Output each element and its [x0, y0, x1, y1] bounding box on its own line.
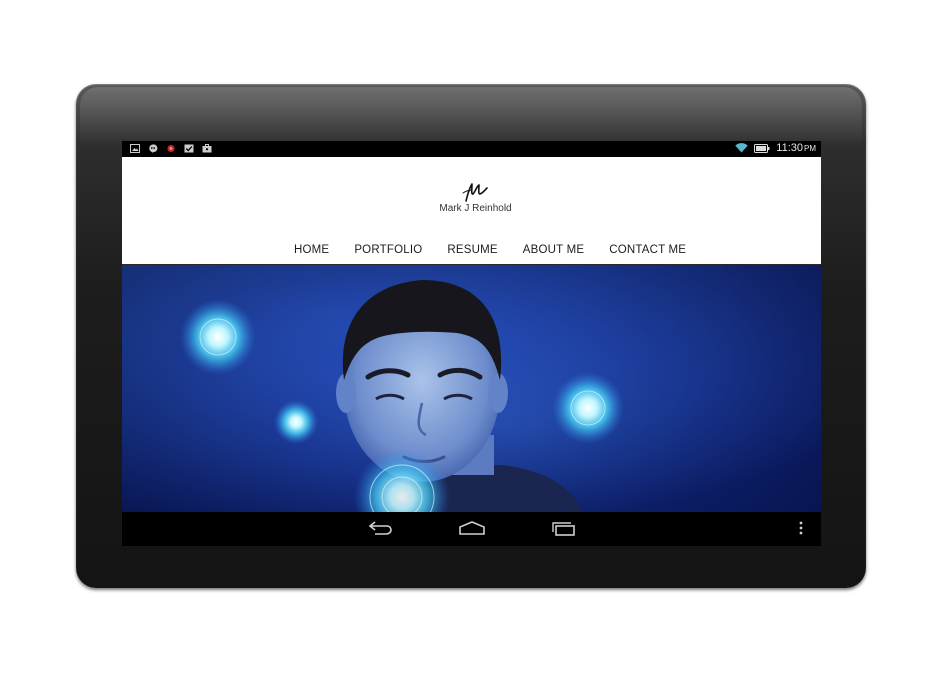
android-navigation-bar [122, 512, 821, 546]
hero-banner [122, 265, 821, 512]
nav-about-me[interactable]: ABOUT ME [523, 244, 584, 256]
briefcase-icon [202, 144, 212, 153]
website: Mark J Reinhold HOME PORTFOLIO RESUME AB… [122, 157, 821, 512]
system-status: 11:30PM [735, 142, 816, 154]
site-name: Mark J Reinhold [439, 203, 512, 214]
hero-portrait-image [122, 265, 821, 512]
hangouts-icon [149, 144, 158, 153]
wifi-icon [735, 143, 748, 153]
home-icon[interactable] [458, 520, 486, 536]
gallery-icon [130, 144, 140, 153]
site-nav: HOME PORTFOLIO RESUME ABOUT ME CONTACT M… [294, 244, 686, 256]
record-icon [167, 144, 175, 153]
logo-signature-icon[interactable] [460, 181, 490, 203]
nav-portfolio[interactable]: PORTFOLIO [354, 244, 422, 256]
nav-home[interactable]: HOME [294, 244, 329, 256]
tablet-screen: 11:30PM Mark J Reinhold HOME PORTFOLIO R… [122, 141, 821, 546]
clock-ampm: PM [804, 144, 816, 153]
checkbox-icon [184, 144, 194, 153]
battery-icon [754, 143, 770, 153]
status-bar: 11:30PM [122, 141, 821, 157]
nav-resume[interactable]: RESUME [447, 244, 497, 256]
notification-icons [130, 144, 212, 153]
site-header: Mark J Reinhold HOME PORTFOLIO RESUME AB… [122, 157, 821, 265]
overflow-menu-icon[interactable] [798, 520, 804, 536]
recents-icon[interactable] [550, 520, 578, 536]
clock-time: 11:30 [776, 142, 803, 154]
nav-contact-me[interactable]: CONTACT ME [609, 244, 686, 256]
back-icon[interactable] [365, 520, 393, 536]
clock: 11:30PM [776, 142, 816, 154]
